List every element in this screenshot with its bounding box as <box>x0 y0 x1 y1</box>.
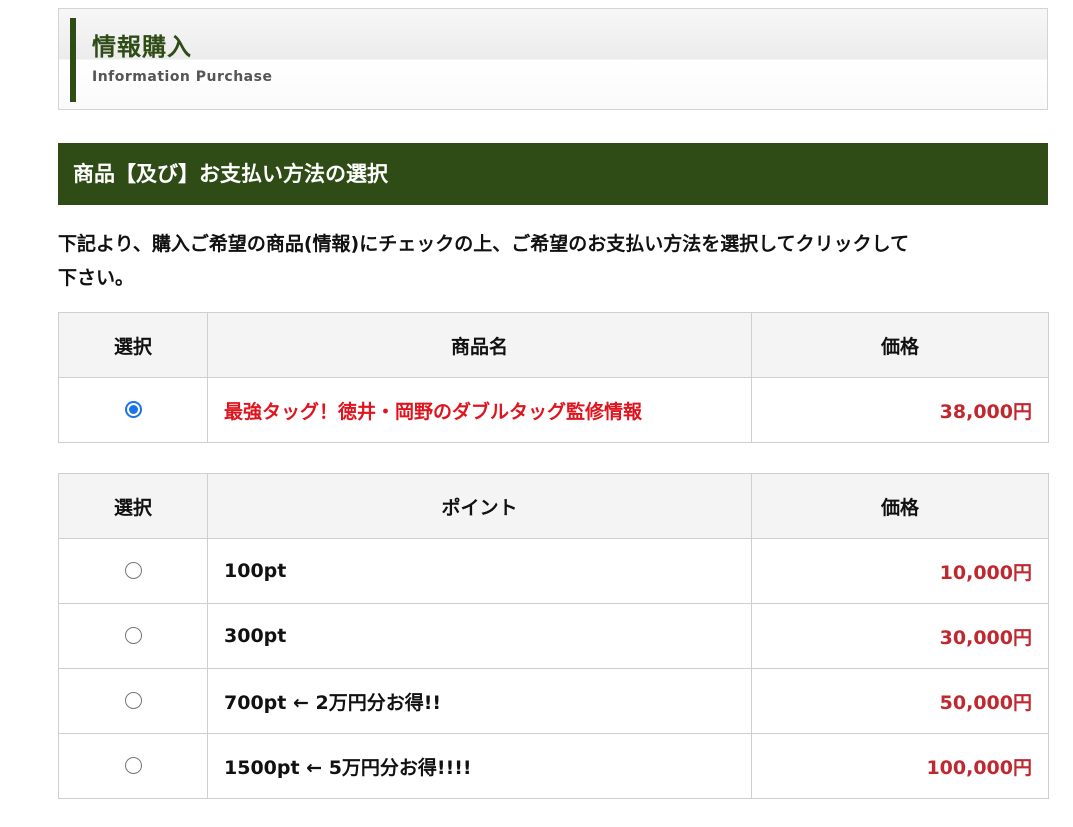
point-name: 700pt ← 2万円分お得!! <box>207 668 752 734</box>
header-accent-bar <box>70 18 76 102</box>
header-price: 価格 <box>751 473 1049 539</box>
point-name: 100pt <box>207 538 752 604</box>
point-radio-100[interactable] <box>124 561 142 579</box>
section-title-bar: 商品【及び】お支払い方法の選択 <box>58 143 1048 205</box>
page-content: 情報購入 Information Purchase 商品【及び】お支払い方法の選… <box>58 8 1049 799</box>
point-row-100[interactable]: 100pt 10,000円 <box>58 538 1049 604</box>
instruction-line-1: 下記より、購入ご希望の商品(情報)にチェックの上、ご希望のお支払い方法を選択して… <box>58 233 910 255</box>
point-name: 300pt <box>207 603 752 669</box>
product-name-cell: 最強タッグ！徳井・岡野のダブルタッグ監修情報 <box>207 377 752 443</box>
product-table: 選択 商品名 価格 最強タッグ！徳井・岡野のダブルタッグ監修情報 38,000円 <box>58 312 1049 443</box>
header-product-name: 商品名 <box>207 312 752 378</box>
header-select: 選択 <box>58 473 208 539</box>
page-subtitle: Information Purchase <box>92 69 273 85</box>
product-name: 最強タッグ！徳井・岡野のダブルタッグ監修情報 <box>224 400 643 423</box>
page-header: 情報購入 Information Purchase <box>58 8 1048 110</box>
header-point: ポイント <box>207 473 752 539</box>
header-select: 選択 <box>58 312 208 378</box>
point-radio-700[interactable] <box>124 691 142 709</box>
point-table-header: 選択 ポイント 価格 <box>58 473 1049 539</box>
point-row-1500[interactable]: 1500pt ← 5万円分お得!!!! 100,000円 <box>58 733 1049 799</box>
product-row[interactable]: 最強タッグ！徳井・岡野のダブルタッグ監修情報 38,000円 <box>58 377 1049 443</box>
header-price: 価格 <box>751 312 1049 378</box>
point-price: 100,000円 <box>751 733 1049 799</box>
point-radio-300[interactable] <box>124 626 142 644</box>
product-radio[interactable] <box>124 400 142 418</box>
point-row-700[interactable]: 700pt ← 2万円分お得!! 50,000円 <box>58 668 1049 734</box>
product-price: 38,000円 <box>751 377 1049 443</box>
point-price: 50,000円 <box>751 668 1049 734</box>
point-price: 30,000円 <box>751 603 1049 669</box>
point-row-300[interactable]: 300pt 30,000円 <box>58 603 1049 669</box>
point-table: 選択 ポイント 価格 100pt 10,000円 300pt 30,000円 7… <box>58 473 1049 799</box>
instruction-line-2: 下さい。 <box>58 267 135 289</box>
point-radio-cell[interactable] <box>58 538 208 604</box>
product-table-header: 選択 商品名 価格 <box>58 312 1049 378</box>
point-radio-1500[interactable] <box>124 756 142 774</box>
page-title: 情報購入 <box>92 33 192 61</box>
point-radio-cell[interactable] <box>58 733 208 799</box>
point-radio-cell[interactable] <box>58 603 208 669</box>
point-name: 1500pt ← 5万円分お得!!!! <box>207 733 752 799</box>
point-radio-cell[interactable] <box>58 668 208 734</box>
product-radio-cell[interactable] <box>58 377 208 443</box>
instruction-text: 下記より、購入ご希望の商品(情報)にチェックの上、ご希望のお支払い方法を選択して… <box>58 227 1048 295</box>
point-price: 10,000円 <box>751 538 1049 604</box>
